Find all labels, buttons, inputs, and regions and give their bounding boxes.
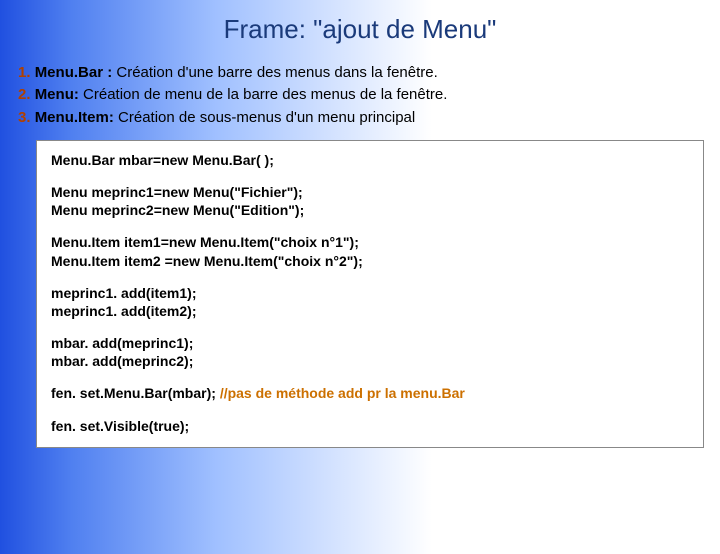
code-line: Menu.Item item2 =new Menu.Item("choix n°… bbox=[51, 252, 689, 270]
code-text: fen. set.Menu.Bar(mbar); bbox=[51, 385, 220, 401]
slide-title: Frame: "ajout de Menu" bbox=[0, 14, 720, 45]
list-item: 3. Menu.Item: Création de sous-menus d'u… bbox=[18, 108, 702, 128]
code-line: mbar. add(meprinc2); bbox=[51, 352, 689, 370]
item-desc: Création d'une barre des menus dans la f… bbox=[112, 64, 438, 81]
item-term: Menu.Item: bbox=[35, 109, 114, 126]
code-line: Menu meprinc1=new Menu("Fichier"); bbox=[51, 183, 689, 201]
item-desc: Création de sous-menus d'un menu princip… bbox=[114, 109, 415, 126]
code-line: Menu meprinc2=new Menu("Edition"); bbox=[51, 201, 689, 219]
item-number: 3. bbox=[18, 109, 31, 126]
definition-list: 1. Menu.Bar : Création d'une barre des m… bbox=[18, 63, 702, 128]
code-group: mbar. add(meprinc1); mbar. add(meprinc2)… bbox=[51, 334, 689, 370]
list-item: 1. Menu.Bar : Création d'une barre des m… bbox=[18, 63, 702, 83]
item-term: Menu: bbox=[35, 86, 79, 103]
code-group: fen. set.Visible(true); bbox=[51, 417, 689, 435]
code-line: Menu.Item item1=new Menu.Item("choix n°1… bbox=[51, 233, 689, 251]
code-group: Menu.Item item1=new Menu.Item("choix n°1… bbox=[51, 233, 689, 269]
code-line: Menu.Bar mbar=new Menu.Bar( ); bbox=[51, 151, 689, 169]
code-line: fen. set.Visible(true); bbox=[51, 417, 689, 435]
code-group: Menu meprinc1=new Menu("Fichier"); Menu … bbox=[51, 183, 689, 219]
item-desc: Création de menu de la barre des menus d… bbox=[79, 86, 448, 103]
item-number: 1. bbox=[18, 64, 31, 81]
code-line: mbar. add(meprinc1); bbox=[51, 334, 689, 352]
code-group: meprinc1. add(item1); meprinc1. add(item… bbox=[51, 284, 689, 320]
code-line: meprinc1. add(item2); bbox=[51, 302, 689, 320]
code-line: meprinc1. add(item1); bbox=[51, 284, 689, 302]
item-term: Menu.Bar : bbox=[35, 64, 113, 81]
code-group: Menu.Bar mbar=new Menu.Bar( ); bbox=[51, 151, 689, 169]
item-number: 2. bbox=[18, 86, 31, 103]
code-line: fen. set.Menu.Bar(mbar); //pas de méthod… bbox=[51, 384, 689, 402]
code-block: Menu.Bar mbar=new Menu.Bar( ); Menu mepr… bbox=[36, 140, 704, 448]
code-group: fen. set.Menu.Bar(mbar); //pas de méthod… bbox=[51, 384, 689, 402]
code-comment: //pas de méthode add pr la menu.Bar bbox=[220, 385, 465, 401]
list-item: 2. Menu: Création de menu de la barre de… bbox=[18, 85, 702, 105]
